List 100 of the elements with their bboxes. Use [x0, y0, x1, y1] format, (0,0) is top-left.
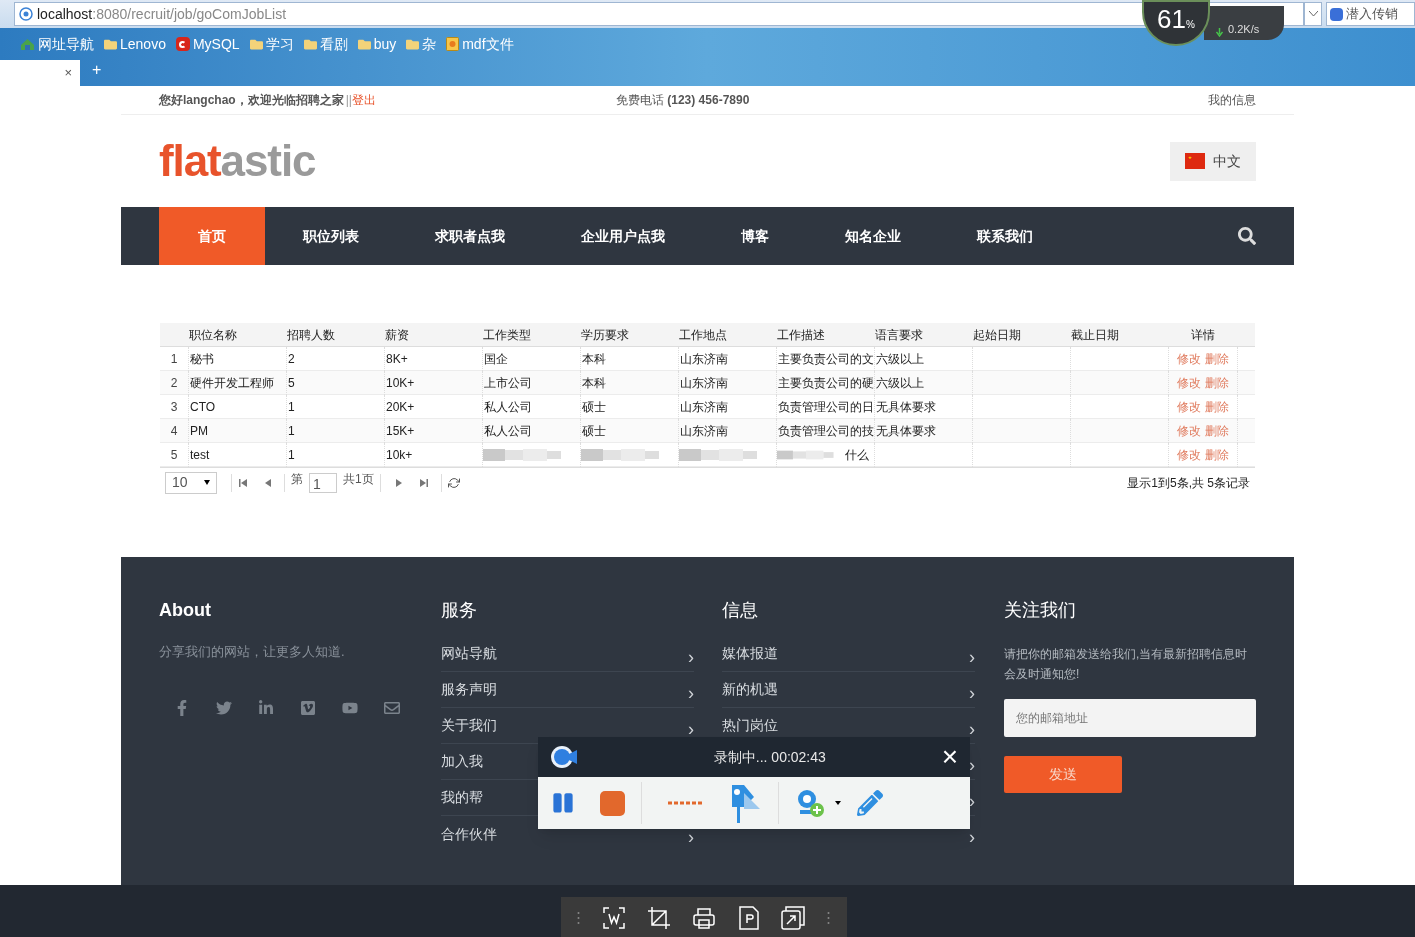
dropdown-arrow-icon[interactable]: [835, 801, 841, 805]
chevron-text: ›: [688, 828, 694, 846]
vimeo-icon[interactable]: [300, 699, 316, 716]
chevron-text: ›: [969, 755, 975, 774]
chevron-text: ›: [688, 719, 694, 738]
footer-link[interactable]: 加入我: [441, 751, 483, 772]
nav-item[interactable]: 职位列表: [265, 207, 397, 265]
total-pages-text: 共1页: [343, 471, 374, 488]
twitter-icon[interactable]: [216, 699, 232, 716]
footer-heading: 关注我们: [1004, 599, 1077, 622]
separator-text: ||: [345, 92, 352, 109]
dashed-line-icon[interactable]: [668, 800, 704, 806]
search-engine-field[interactable]: 潜入传销: [1326, 2, 1415, 26]
camera-icon: [550, 745, 578, 769]
folder-icon: [303, 37, 317, 51]
column-header: 招聘人数: [286, 326, 336, 344]
dropdown-button[interactable]: [1304, 2, 1322, 26]
footer-link[interactable]: 服务声明: [441, 679, 497, 700]
logo: flatastic: [159, 139, 316, 183]
email-field[interactable]: 您的邮箱地址: [1004, 699, 1256, 737]
footer-heading: 服务: [441, 599, 478, 622]
footer-link[interactable]: 关于我们: [441, 715, 497, 736]
chevron-down-icon: [1308, 11, 1318, 17]
url-text: localhost:8080/recruit/job/goComJobList: [37, 4, 287, 24]
bookmark[interactable]: Lenovo: [104, 33, 166, 55]
logout-link[interactable]: 登出: [351, 91, 376, 109]
column-header: 工作类型: [482, 326, 532, 344]
footer-link[interactable]: 合作伙伴: [441, 823, 497, 845]
footer-link[interactable]: 媒体报道: [722, 643, 778, 664]
last-page-icon[interactable]: [418, 477, 429, 488]
my-info-link[interactable]: 我的信息: [1208, 91, 1256, 109]
nav-item[interactable]: 联系我们: [939, 207, 1071, 265]
refresh-icon[interactable]: [447, 476, 460, 489]
footer-link[interactable]: 网站导航: [441, 643, 497, 664]
document-icon[interactable]: [737, 906, 760, 930]
subscribe-text: 请把你的邮箱发送给我们,当有最新招聘信息时会及时通知您!: [1004, 646, 1249, 683]
column-header: 职位名称: [188, 326, 238, 344]
column-header: 截止日期: [1070, 326, 1120, 344]
print-icon[interactable]: [692, 906, 717, 930]
row-number: 4: [169, 423, 179, 440]
column-header: 语言要求: [874, 326, 924, 344]
chevron-text: ›: [969, 683, 975, 702]
footer-heading: 信息: [722, 599, 759, 622]
page-size-select[interactable]: 10: [165, 471, 217, 494]
nav-item[interactable]: 企业用户点我: [543, 207, 703, 265]
folder-icon: [357, 37, 371, 51]
chevron-text: ›: [969, 828, 975, 846]
greeting-text: 您好langchao，欢迎光临招聘之家: [159, 92, 344, 109]
chevron-text: ›: [969, 647, 975, 666]
footer-link[interactable]: 热门岗位: [722, 715, 778, 736]
row-number: 5: [169, 447, 179, 464]
bookmark[interactable]: 网址导航: [20, 33, 94, 55]
nav-item[interactable]: 求职者点我: [397, 207, 543, 265]
footer-link[interactable]: 我的帮: [441, 787, 483, 808]
row-number: 1: [169, 351, 179, 368]
linkedin-icon[interactable]: [258, 699, 274, 716]
folder-icon: [406, 37, 420, 51]
row-number: 2: [169, 375, 179, 392]
previous-page-icon[interactable]: [264, 477, 272, 488]
text-recognition-icon[interactable]: [601, 906, 626, 930]
table-cell: test: [188, 443, 286, 467]
page-icon: [446, 37, 460, 51]
grip-icon[interactable]: [826, 911, 830, 925]
pencil-icon[interactable]: [857, 790, 883, 816]
recording-status: 录制中... 00:02:43: [712, 747, 826, 767]
page-number-field[interactable]: 1: [309, 472, 337, 493]
footer-link[interactable]: 新的机遇: [722, 679, 778, 700]
column-header: 薪资: [384, 326, 410, 344]
phone-text: 免费电话 (123) 456-7890: [615, 92, 750, 109]
crop-icon[interactable]: [647, 906, 672, 930]
new-tab-button[interactable]: +: [92, 58, 102, 82]
next-page-icon[interactable]: [394, 477, 403, 488]
webcam-add-icon[interactable]: [795, 788, 825, 818]
column-header: 详情: [1190, 326, 1216, 344]
page-label: 第: [291, 471, 303, 488]
chevron-text: ›: [969, 719, 975, 738]
chevron-text: ›: [688, 647, 694, 666]
bookmark[interactable]: 学习: [249, 33, 294, 55]
nav-item[interactable]: 知名企业: [807, 207, 939, 265]
bookmark[interactable]: MySQL: [175, 33, 240, 55]
browser-tab[interactable]: ×: [0, 60, 80, 86]
china-flag-icon: [1185, 153, 1205, 169]
language-button[interactable]: 中文: [1170, 141, 1256, 181]
about-text: 分享我们的网站，让更多人知道.: [159, 643, 346, 661]
expand-icon[interactable]: [781, 906, 806, 930]
pause-button[interactable]: [552, 792, 574, 814]
nav-item[interactable]: 博客: [703, 207, 807, 265]
globe-house-icon: [20, 37, 35, 51]
first-page-icon[interactable]: [238, 477, 248, 488]
stop-button[interactable]: [600, 790, 625, 816]
folder-icon: [104, 37, 117, 51]
table-cell: 1: [286, 443, 384, 467]
search-icon[interactable]: [1238, 227, 1256, 245]
grip-icon[interactable]: [577, 911, 581, 925]
chevron-text: ›: [688, 683, 694, 702]
email-icon[interactable]: [384, 699, 400, 716]
close-button[interactable]: ×: [941, 743, 958, 771]
folder-icon: [249, 37, 263, 51]
footer-heading: About: [159, 599, 212, 622]
chevron-text: ›: [969, 791, 975, 810]
